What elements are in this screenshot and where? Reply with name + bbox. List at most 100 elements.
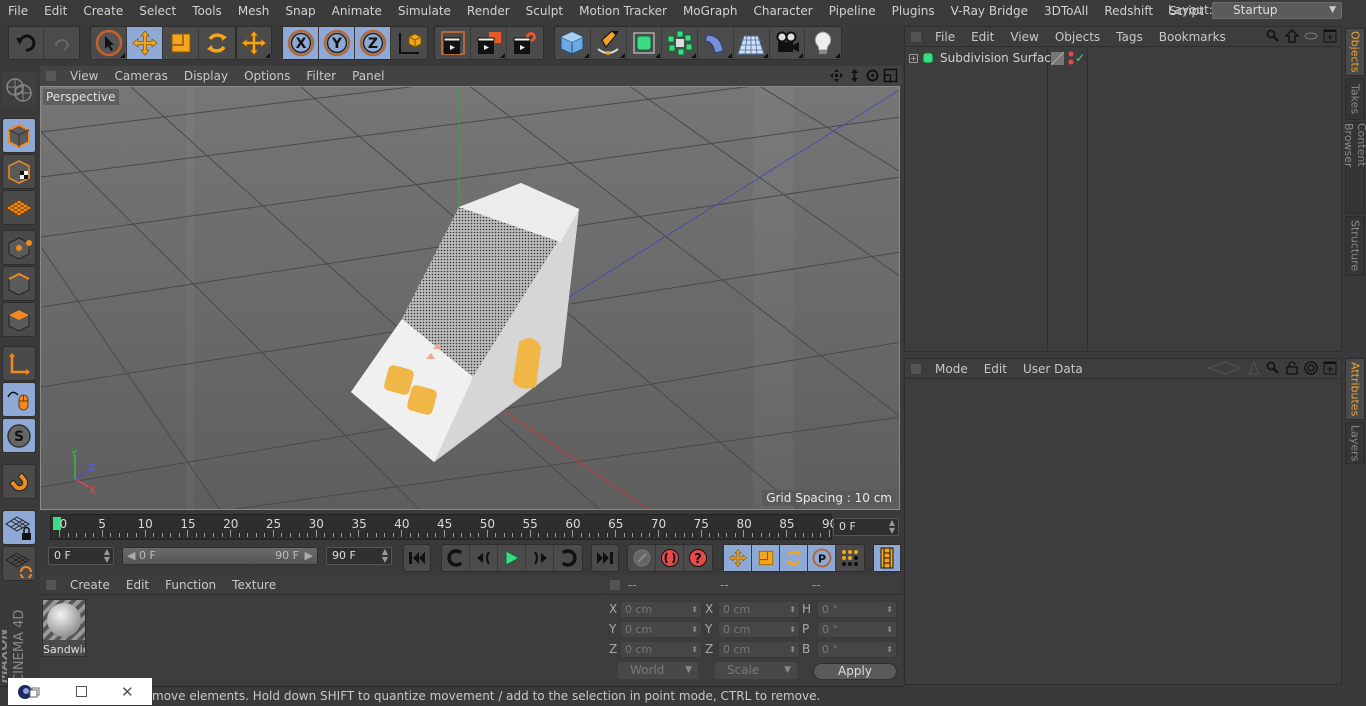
3d-viewport[interactable]: Perspective Y Z X Grid Spacing : 10 cm <box>40 86 900 510</box>
menu-animate[interactable]: Animate <box>324 0 390 22</box>
target-icon[interactable] <box>1304 361 1318 375</box>
size-y-field[interactable]: 0 cm ⬍ <box>718 621 800 638</box>
layout-select[interactable]: Startup ▼ <box>1212 2 1342 19</box>
close-icon[interactable]: ✕ <box>121 683 134 701</box>
menu-sculpt[interactable]: Sculpt <box>518 0 571 22</box>
deformer-button[interactable] <box>698 27 734 59</box>
render-settings-button[interactable] <box>507 27 543 59</box>
menu-vray-bridge[interactable]: V-Ray Bridge <box>943 0 1036 22</box>
menu-select[interactable]: Select <box>131 0 184 22</box>
panel-grip-icon[interactable] <box>911 31 921 42</box>
axis-mode-button[interactable] <box>2 346 36 381</box>
panel-grip-icon[interactable] <box>46 71 56 81</box>
points-mode-button[interactable] <box>2 230 36 265</box>
menu-file[interactable]: File <box>0 0 36 22</box>
material-swatch[interactable]: Sandwic <box>42 599 86 657</box>
coordinate-system-button[interactable] <box>391 27 427 59</box>
previous-keyframe-button[interactable] <box>442 545 470 571</box>
tab-structure[interactable]: Structure <box>1345 216 1365 276</box>
apply-button[interactable]: Apply <box>813 663 897 680</box>
polygons-mode-button[interactable] <box>2 302 36 337</box>
menu-render[interactable]: Render <box>459 0 518 22</box>
snap-button[interactable] <box>2 464 36 499</box>
rotate-tool-button[interactable] <box>199 27 235 59</box>
attribute-menu-mode[interactable]: Mode <box>927 362 976 376</box>
end-frame-field[interactable]: 90 F ▲ ▼ <box>326 547 392 565</box>
range-left-handle-icon[interactable]: ◀ <box>127 548 135 564</box>
camera-button[interactable] <box>770 27 806 59</box>
scale-tool-button[interactable] <box>163 27 199 59</box>
object-name[interactable]: Subdivision Surface <box>940 51 1058 65</box>
subdivision-surface-button[interactable] <box>627 27 663 59</box>
menu-motion-tracker[interactable]: Motion Tracker <box>571 0 675 22</box>
filter-icon[interactable] <box>1304 29 1318 43</box>
render-to-picture-viewer-button[interactable] <box>471 27 507 59</box>
object-menu-bookmarks[interactable]: Bookmarks <box>1151 30 1234 44</box>
menu-redshift[interactable]: Redshift <box>1096 0 1161 22</box>
coordinate-mode-select[interactable]: World ▼ <box>618 662 698 679</box>
viewport-menu-panel[interactable]: Panel <box>344 69 392 83</box>
size-z-field[interactable]: 0 cm ⬍ <box>718 641 800 658</box>
go-to-start-button[interactable] <box>404 545 430 571</box>
menu-simulate[interactable]: Simulate <box>390 0 459 22</box>
panel-grip-icon[interactable] <box>610 579 620 590</box>
object-menu-file[interactable]: File <box>927 30 963 44</box>
workplane-lock-button[interactable] <box>2 510 36 545</box>
model-mode-button[interactable] <box>2 118 36 153</box>
next-keyframe-button[interactable] <box>554 545 582 571</box>
maximize-view-icon[interactable] <box>883 68 898 83</box>
go-to-end-button[interactable] <box>592 545 618 571</box>
material-menu-create[interactable]: Create <box>62 578 118 592</box>
pen-spline-button[interactable] <box>591 27 627 59</box>
enabled-check-icon[interactable]: ✓ <box>1075 51 1085 65</box>
menu-tools[interactable]: Tools <box>184 0 230 22</box>
search-icon[interactable] <box>1266 29 1280 43</box>
z-axis-lock-button[interactable]: Z <box>355 27 391 59</box>
up-arrow-icon[interactable] <box>1247 361 1261 375</box>
next-frame-button[interactable] <box>526 545 554 571</box>
record-active-objects-button[interactable] <box>656 545 684 571</box>
panel-grip-icon[interactable] <box>911 363 921 374</box>
object-menu-edit[interactable]: Edit <box>963 30 1002 44</box>
rotation-b-field[interactable]: 0 ° ⬍ <box>817 641 897 658</box>
pan-icon[interactable] <box>829 68 844 83</box>
timeline-window-button[interactable] <box>874 545 900 571</box>
render-view-button[interactable] <box>435 27 471 59</box>
menu-3dtoall[interactable]: 3DToAll <box>1036 0 1096 22</box>
edges-mode-button[interactable] <box>2 266 36 301</box>
key-parameter-button[interactable]: P <box>808 545 836 571</box>
orbit-icon[interactable] <box>865 68 880 83</box>
workplane-align-button[interactable] <box>2 546 36 581</box>
menu-mesh[interactable]: Mesh <box>230 0 278 22</box>
maximize-icon[interactable] <box>76 686 87 697</box>
undo-button[interactable] <box>9 27 45 59</box>
y-axis-lock-button[interactable]: Y <box>319 27 355 59</box>
home-icon[interactable] <box>1285 29 1299 43</box>
key-scale-button[interactable] <box>752 545 780 571</box>
position-y-field[interactable]: 0 cm ⬍ <box>620 621 702 638</box>
object-menu-objects[interactable]: Objects <box>1047 30 1108 44</box>
new-view-icon[interactable] <box>1323 361 1337 375</box>
move-tool-button[interactable] <box>127 27 163 59</box>
camera-label[interactable]: Perspective <box>43 89 119 105</box>
current-frame-field[interactable]: 0 F ▲ ▼ <box>833 518 899 536</box>
floor-button[interactable] <box>734 27 770 59</box>
attribute-menu-edit[interactable]: Edit <box>976 362 1015 376</box>
menu-character[interactable]: Character <box>745 0 820 22</box>
material-menu-function[interactable]: Function <box>157 578 224 592</box>
back-arrow-icon[interactable] <box>1208 361 1242 375</box>
rotation-h-field[interactable]: 0 ° ⬍ <box>817 601 897 618</box>
panel-grip-icon[interactable] <box>46 579 56 590</box>
light-button[interactable] <box>805 27 841 59</box>
material-menu-edit[interactable]: Edit <box>118 578 157 592</box>
cube-object-button[interactable] <box>555 27 591 59</box>
tab-objects[interactable]: Objects <box>1345 28 1365 76</box>
menu-create[interactable]: Create <box>75 0 131 22</box>
tab-layers[interactable]: Layers <box>1345 422 1365 464</box>
dolly-icon[interactable] <box>847 68 862 83</box>
attribute-menu-user-data[interactable]: User Data <box>1015 362 1091 376</box>
viewport-menu-filter[interactable]: Filter <box>298 69 344 83</box>
spinner-icon[interactable]: ▲ ▼ <box>382 548 388 564</box>
position-x-field[interactable]: 0 cm ⬍ <box>620 601 702 618</box>
tab-takes[interactable]: Takes <box>1345 78 1365 120</box>
